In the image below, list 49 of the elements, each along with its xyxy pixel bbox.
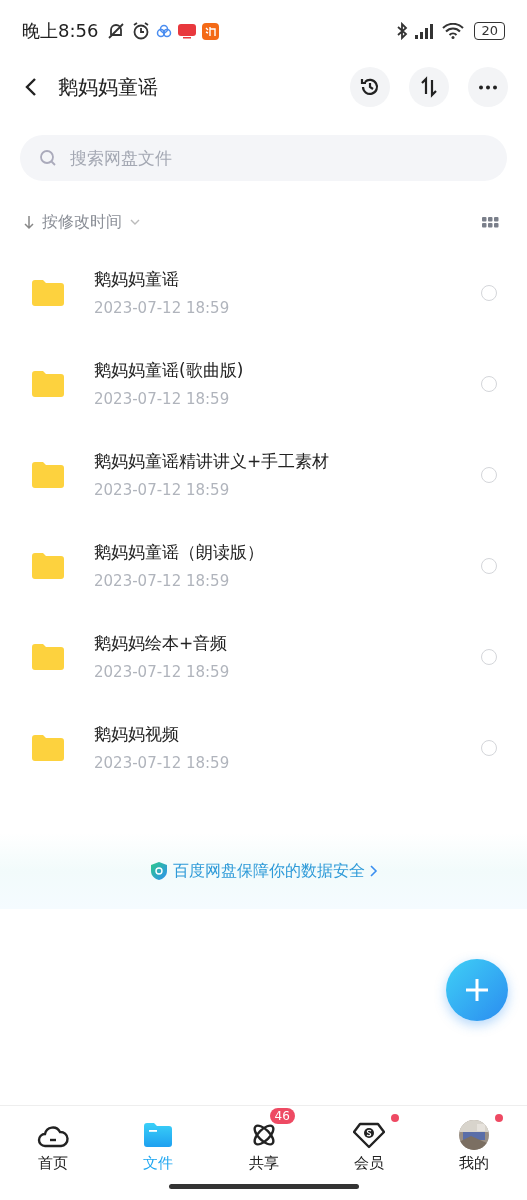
mute-icon — [106, 22, 127, 40]
folder-icon — [32, 643, 64, 670]
alarm-icon — [132, 22, 151, 40]
app-icon — [178, 23, 197, 39]
tab-item[interactable]: 我的 — [421, 1106, 527, 1184]
tab-item[interactable]: 首页 — [0, 1106, 106, 1184]
grid-view-icon[interactable] — [482, 216, 499, 228]
file-name[interactable]: 鹅妈妈童谣(歌曲版) — [94, 359, 481, 382]
folder-icon — [32, 279, 64, 306]
down-arrow-icon — [24, 214, 34, 230]
more-icon — [478, 84, 498, 90]
tab-item[interactable]: 会员 — [316, 1106, 422, 1184]
shield-icon — [149, 861, 168, 881]
file-name[interactable]: 鹅妈妈童谣 — [94, 268, 481, 291]
bluetooth-icon — [396, 22, 409, 40]
count-badge: 46 — [269, 1108, 295, 1124]
chevron-right-icon — [369, 864, 378, 878]
file-name[interactable]: 鹅妈妈童谣（朗读版） — [94, 541, 481, 564]
folder-title: 鹅妈妈童谣 — [58, 73, 158, 101]
diamond-icon — [352, 1121, 385, 1149]
file-date: 2023-07-12 18:59 — [94, 754, 231, 772]
history-icon — [359, 76, 381, 98]
folder-icon — [32, 461, 64, 488]
chevron-down-icon — [130, 218, 140, 226]
sort-button[interactable] — [409, 67, 449, 107]
folder-icon — [32, 552, 64, 579]
folder-icon — [144, 1123, 173, 1147]
add-button[interactable] — [446, 959, 508, 1021]
folder-icon — [32, 734, 64, 761]
file-date: 2023-07-12 18:59 — [94, 481, 231, 499]
battery-indicator: 20 — [474, 22, 505, 40]
file-name[interactable]: 鹅妈妈视频 — [94, 723, 481, 746]
file-date: 2023-07-12 18:59 — [94, 390, 231, 408]
app-icon — [156, 23, 173, 39]
wifi-icon — [442, 23, 465, 39]
file-date: 2023-07-12 18:59 — [94, 663, 231, 681]
app-icon — [202, 22, 220, 40]
file-name[interactable]: 鹅妈妈童谣精讲讲义+手工素材 — [94, 450, 481, 473]
file-name[interactable]: 鹅妈妈绘本+音频 — [94, 632, 481, 655]
search-field[interactable]: 搜索网盘文件 — [20, 135, 507, 181]
folder-icon — [32, 370, 64, 397]
file-date: 2023-07-12 18:59 — [94, 299, 231, 317]
plus-icon — [464, 977, 490, 1003]
back-icon[interactable] — [24, 76, 38, 98]
file-date: 2023-07-12 18:59 — [94, 572, 231, 590]
history-button[interactable] — [350, 67, 390, 107]
more-button[interactable] — [468, 67, 508, 107]
tab-item[interactable]: 46 共享 — [210, 1106, 317, 1184]
status-time: 晚上8:56 — [22, 19, 99, 43]
